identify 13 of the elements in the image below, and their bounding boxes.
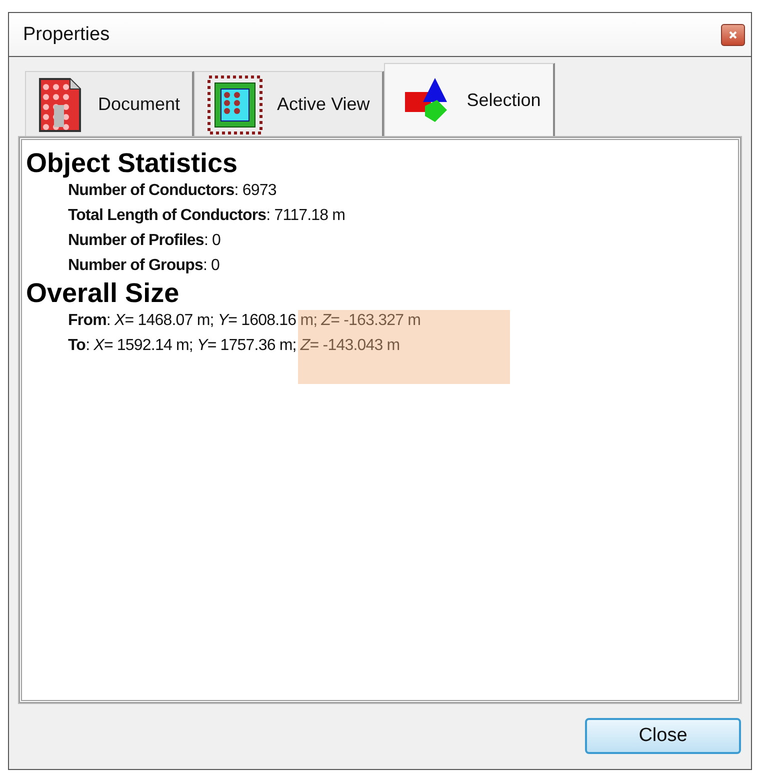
statistic-line: Number of Groups: 0: [67, 256, 221, 276]
statistic-line: From: X= 1468.07 m; Y= 1608.16 m; Z= -163.327 m: [67, 311, 422, 331]
close-button[interactable]: Close: [585, 718, 741, 754]
section-heading: Object Statistics: [26, 148, 239, 178]
section-heading: Overall Size: [26, 278, 180, 308]
tab[interactable]: Document: [25, 71, 194, 137]
statistic-line: Number of Profiles: 0: [67, 231, 222, 251]
tab[interactable]: Active View: [194, 71, 384, 137]
statistic-line: Number of Conductors: 6973: [67, 181, 278, 201]
statistic-line: Total Length of Conductors: 7117.18 m: [67, 206, 346, 226]
tab[interactable]: Selection: [384, 63, 555, 137]
window-title: Properties: [23, 24, 110, 46]
statistic-line: To: X= 1592.14 m; Y= 1757.36 m; Z= -143.043 m: [67, 336, 401, 356]
